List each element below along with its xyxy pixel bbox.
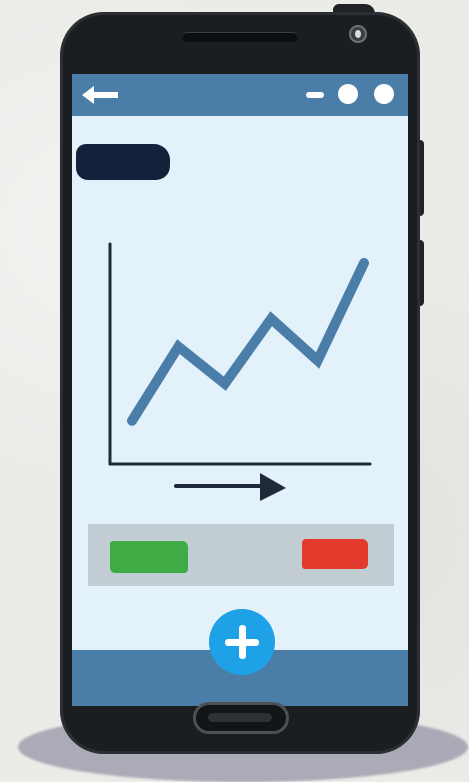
page-title-placeholder — [76, 144, 170, 180]
line-chart — [108, 242, 372, 501]
menu-dot-icon-2[interactable] — [374, 84, 394, 104]
home-button[interactable] — [193, 702, 289, 734]
data-point — [131, 420, 133, 422]
back-arrow-icon[interactable] — [78, 82, 122, 108]
arrow-right-icon — [174, 473, 286, 501]
chart-series — [127, 258, 369, 426]
arrow-head — [260, 473, 286, 501]
confirm-button[interactable] — [110, 541, 188, 573]
plus-icon — [225, 625, 259, 659]
minimize-icon[interactable] — [306, 92, 324, 98]
add-fab-button[interactable] — [209, 609, 275, 675]
camera-icon — [349, 25, 367, 43]
earpiece-speaker — [182, 32, 298, 42]
series-line — [127, 258, 369, 426]
action-bar — [88, 524, 394, 586]
data-point — [317, 359, 319, 361]
phone-screen — [72, 74, 408, 706]
phone-frame — [60, 12, 420, 754]
data-point — [224, 383, 226, 385]
menu-dot-icon-1[interactable] — [338, 84, 358, 104]
data-point — [270, 318, 272, 320]
cancel-button[interactable] — [302, 539, 368, 569]
data-point — [363, 262, 365, 264]
data-point — [177, 346, 179, 348]
app-top-bar — [72, 74, 408, 116]
